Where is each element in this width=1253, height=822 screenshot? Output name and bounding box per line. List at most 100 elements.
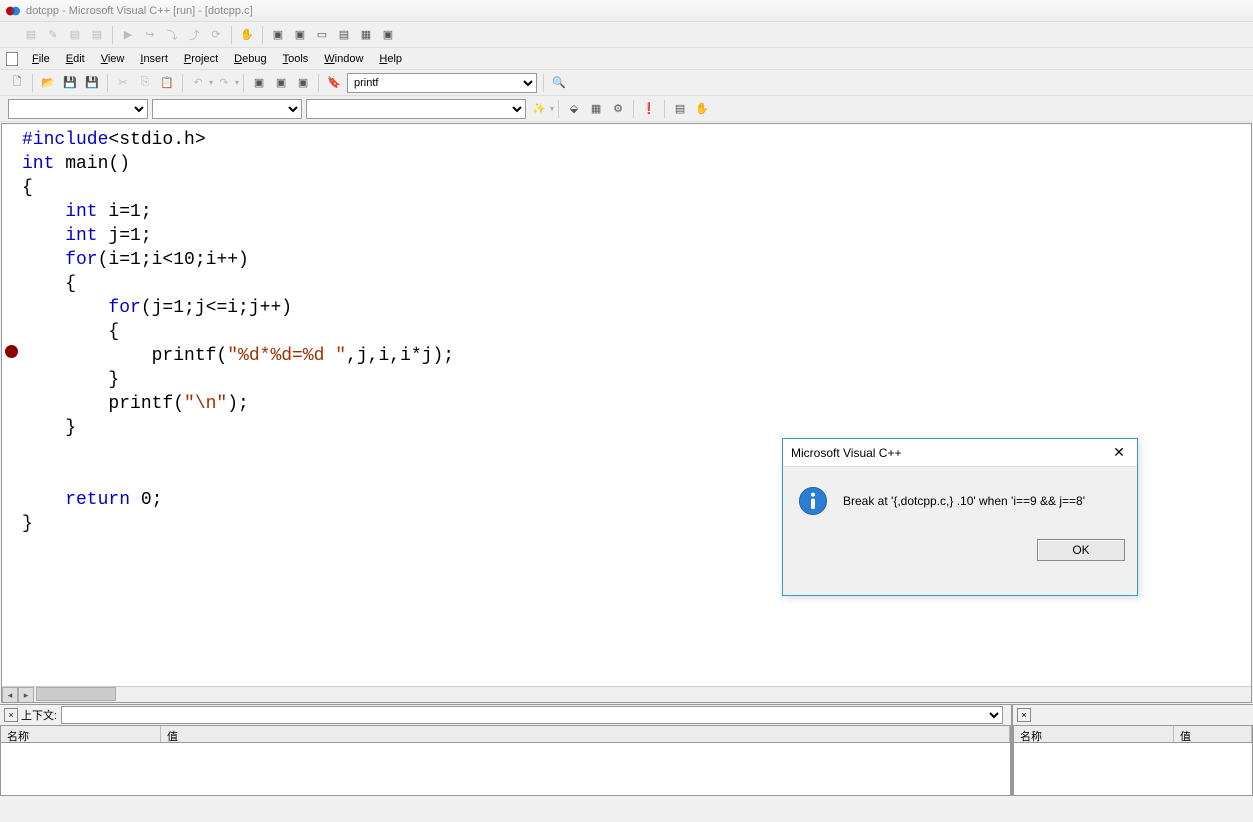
ok-button[interactable]: OK [1037, 539, 1125, 561]
watch-header: × [1013, 705, 1253, 725]
menu-view[interactable]: View [93, 51, 133, 67]
undo-icon[interactable]: ↶ [188, 73, 208, 93]
tb-icon-step-into[interactable]: ⤵ [162, 25, 182, 45]
toolbar-sep [32, 74, 33, 92]
variables-pane-left: × 上下文: 名称 值 [0, 705, 1013, 796]
menu-help[interactable]: Help [371, 51, 410, 67]
dialog-body: Break at '{,dotcpp.c,} .10' when 'i==9 &… [783, 467, 1137, 525]
menu-file[interactable]: File [24, 51, 58, 67]
go-icon[interactable]: ▤ [670, 99, 690, 119]
scope-combo-3[interactable] [306, 99, 526, 119]
new-file-icon[interactable]: 🗋 [7, 73, 27, 93]
context-row: × 上下文: [0, 705, 1011, 725]
build-icon-1[interactable]: ⬙ [564, 99, 584, 119]
scope-combo-2[interactable] [152, 99, 302, 119]
build-icon-3[interactable]: ⚙ [608, 99, 628, 119]
save-icon[interactable]: 💾 [60, 73, 80, 93]
dialog-footer: OK [783, 525, 1137, 573]
scroll-thumb[interactable] [36, 687, 116, 701]
context-combo[interactable] [61, 706, 1003, 724]
toolbar-sep [262, 26, 263, 44]
scroll-track[interactable] [34, 687, 1251, 702]
build-icon-2[interactable]: ▦ [586, 99, 606, 119]
col-name[interactable]: 名称 [1, 726, 161, 742]
toolbar-row-1: ▤ ✎ ▤ ▤ ▶ ↪ ⤵ ⤴ ⟳ ✋ ▣ ▣ ▭ ▤ ▦ ▣ [0, 22, 1253, 48]
toolbar-sep [318, 74, 319, 92]
toolbar-row-3: ✨ ▾ ⬙ ▦ ⚙ ❗ ▤ ✋ [0, 96, 1253, 122]
col-name-r[interactable]: 名称 [1014, 726, 1174, 742]
tb-icon-watch3[interactable]: ▭ [312, 25, 332, 45]
wnd-icon-2[interactable]: ▣ [271, 73, 291, 93]
hand-icon[interactable]: ✋ [692, 99, 712, 119]
horizontal-scrollbar[interactable]: ◂ ▸ [2, 686, 1251, 702]
window-titlebar: dotcpp - Microsoft Visual C++ [run] - [d… [0, 0, 1253, 22]
tb-icon-4[interactable]: ▤ [87, 25, 107, 45]
stop-icon[interactable]: ❗ [639, 99, 659, 119]
col-value[interactable]: 值 [161, 726, 1010, 742]
menu-window[interactable]: Window [316, 51, 371, 67]
toolbar-sep [633, 100, 634, 118]
scroll-left-icon[interactable]: ◂ [2, 687, 18, 703]
tb-icon-bp[interactable]: ✋ [237, 25, 257, 45]
tb-icon-1[interactable]: ▤ [21, 25, 41, 45]
menubar: File Edit View Insert Project Debug Tool… [0, 48, 1253, 70]
tb-icon-2[interactable]: ✎ [43, 25, 63, 45]
menu-debug[interactable]: Debug [226, 51, 274, 67]
dialog-titlebar[interactable]: Microsoft Visual C++ ✕ [783, 439, 1137, 467]
tb-icon-step-over[interactable]: ⟳ [206, 25, 226, 45]
toolbar-sep [182, 74, 183, 92]
watch-pane-right: × 名称 值 [1013, 705, 1253, 796]
close-icon[interactable]: ✕ [1109, 443, 1129, 463]
var-col-headers-right: 名称 值 [1013, 725, 1253, 743]
tb-icon-step-out[interactable]: ⤴ [184, 25, 204, 45]
toolbar-sep [243, 74, 244, 92]
tb-icon-3[interactable]: ▤ [65, 25, 85, 45]
var-body-right[interactable] [1013, 743, 1253, 796]
redo-icon[interactable]: ↷ [214, 73, 234, 93]
tb-icon-watch5[interactable]: ▦ [356, 25, 376, 45]
app-icon [6, 4, 20, 18]
tb-icon-go[interactable]: ▶ [118, 25, 138, 45]
scroll-right-icon[interactable]: ▸ [18, 687, 34, 703]
tb-icon-watch6[interactable]: ▣ [378, 25, 398, 45]
tb-icon-watch2[interactable]: ▣ [290, 25, 310, 45]
find-icon[interactable]: 🔖 [324, 73, 344, 93]
toolbar-sep [558, 100, 559, 118]
toolbar-row-2: 🗋 📂 💾 💾 ✂ ⎘ 📋 ↶ ▾ ↷ ▾ ▣ ▣ ▣ 🔖 printf 🔍 [0, 70, 1253, 96]
copy-icon[interactable]: ⎘ [135, 73, 155, 93]
bottom-panes: × 上下文: 名称 值 × 名称 值 [0, 704, 1253, 796]
tb-icon-watch1[interactable]: ▣ [268, 25, 288, 45]
wizard-icon[interactable]: ✨ [529, 99, 549, 119]
open-icon[interactable]: 📂 [38, 73, 58, 93]
document-icon[interactable] [6, 52, 18, 66]
tb-icon-step[interactable]: ↪ [140, 25, 160, 45]
find-combo[interactable]: printf [347, 73, 537, 93]
find-in-files-icon[interactable]: 🔍 [549, 73, 569, 93]
scope-combo-1[interactable] [8, 99, 148, 119]
code-editor[interactable]: #include<stdio.h> int main() { int i=1; … [1, 123, 1252, 703]
col-value-r[interactable]: 值 [1174, 726, 1252, 742]
menu-tools[interactable]: Tools [275, 51, 317, 67]
wnd-icon-1[interactable]: ▣ [249, 73, 269, 93]
context-label: 上下文: [21, 707, 57, 723]
editor-gutter[interactable] [2, 124, 20, 702]
menu-insert[interactable]: Insert [132, 51, 176, 67]
cut-icon[interactable]: ✂ [113, 73, 133, 93]
tb-icon-watch4[interactable]: ▤ [334, 25, 354, 45]
toolbar-sep [107, 74, 108, 92]
pane-close-icon[interactable]: × [1017, 708, 1031, 722]
pane-close-icon[interactable]: × [4, 708, 18, 722]
breakpoint-marker[interactable] [5, 345, 18, 358]
wnd-icon-3[interactable]: ▣ [293, 73, 313, 93]
menu-project[interactable]: Project [176, 51, 226, 67]
info-icon [797, 485, 829, 517]
save-all-icon[interactable]: 💾 [82, 73, 102, 93]
dialog-title-text: Microsoft Visual C++ [791, 446, 902, 460]
window-title: dotcpp - Microsoft Visual C++ [run] - [d… [26, 5, 253, 17]
toolbar-sep [664, 100, 665, 118]
var-body-left[interactable] [0, 743, 1011, 796]
var-col-headers-left: 名称 值 [0, 725, 1011, 743]
menu-edit[interactable]: Edit [58, 51, 93, 67]
paste-icon[interactable]: 📋 [157, 73, 177, 93]
toolbar-sep [112, 26, 113, 44]
